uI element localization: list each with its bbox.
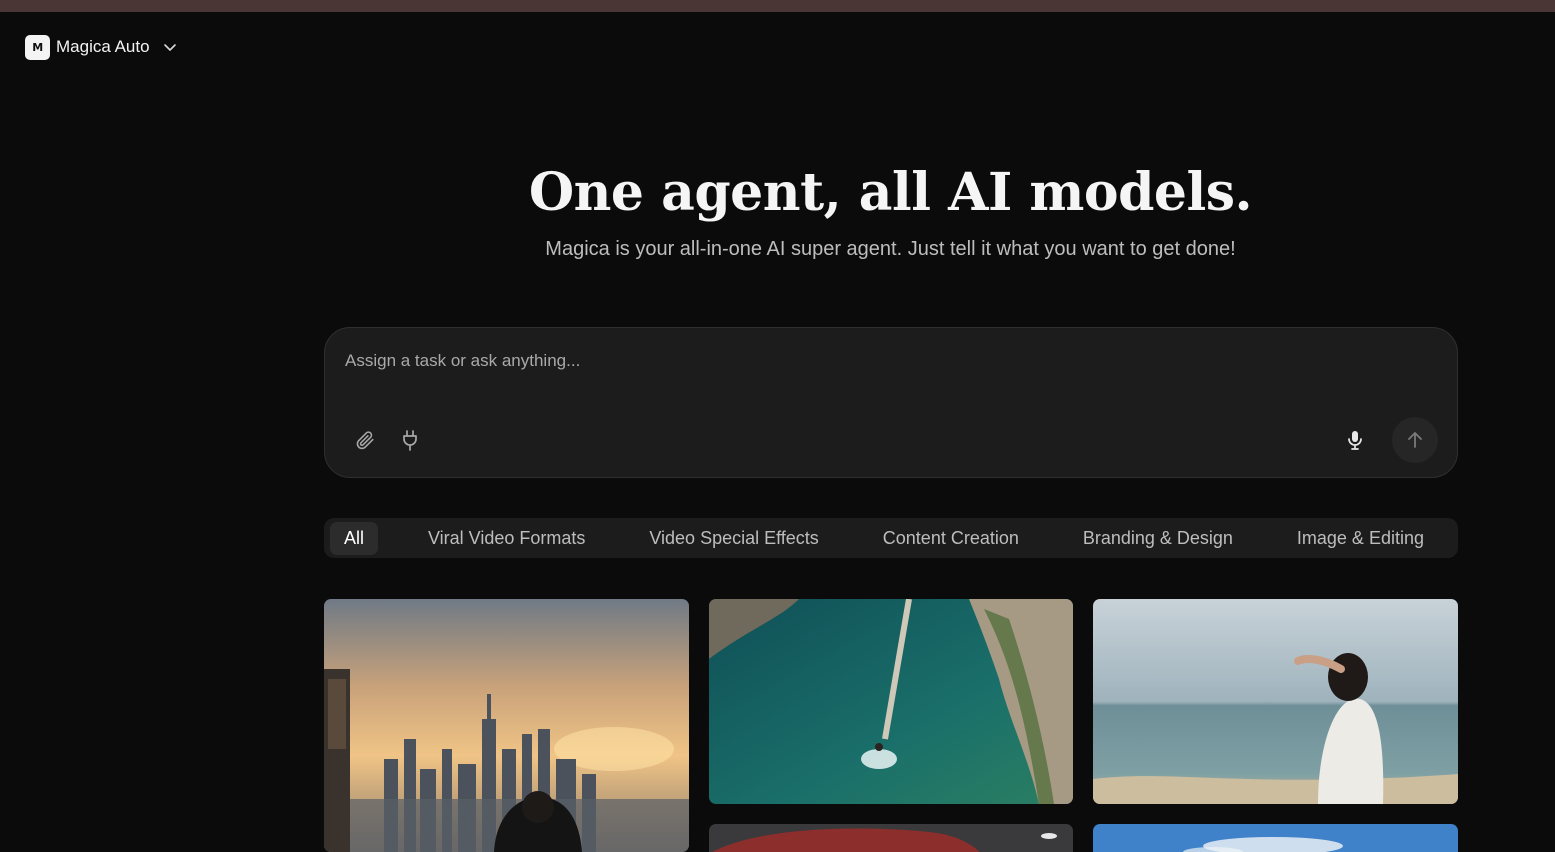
- blue-sky-image: [1093, 824, 1458, 852]
- gallery-card-beach-woman[interactable]: [1093, 599, 1458, 804]
- app-root: M Magica Auto One agent, all AI models. …: [0, 12, 1555, 852]
- tab-all[interactable]: All: [330, 521, 379, 555]
- gallery-card-blue-sky[interactable]: [1093, 824, 1458, 852]
- tab-video-special-effects[interactable]: Video Special Effects: [635, 522, 832, 555]
- tab-content-creation[interactable]: Content Creation: [869, 522, 1033, 555]
- voice-input-button[interactable]: [1341, 426, 1369, 454]
- browser-top-strip: [0, 0, 1555, 12]
- send-button[interactable]: [1392, 417, 1438, 463]
- city-sunset-image: [324, 599, 689, 852]
- gallery-card-city-sunset[interactable]: [324, 599, 689, 852]
- plug-icon: [403, 430, 417, 451]
- hero-title: One agent, all AI models.: [528, 162, 1253, 223]
- attach-button[interactable]: [351, 426, 379, 454]
- model-selector-label: Magica Auto: [56, 37, 150, 56]
- category-tabs: All Viral Video Formats Video Special Ef…: [324, 518, 1458, 558]
- red-car-image: [709, 824, 1073, 852]
- magica-logo-icon: M: [25, 34, 50, 60]
- hero-subtitle: Magica is your all-in-one AI super agent…: [545, 238, 1236, 260]
- connectors-button[interactable]: [396, 426, 424, 454]
- chevron-down-icon: [163, 44, 176, 51]
- task-input[interactable]: [345, 348, 1435, 374]
- tab-image-editing[interactable]: Image & Editing: [1283, 522, 1438, 555]
- beach-woman-image: [1093, 599, 1458, 804]
- cliff-jump-image: [709, 599, 1073, 804]
- model-selector[interactable]: M Magica Auto: [25, 34, 178, 60]
- tab-branding-design[interactable]: Branding & Design: [1069, 522, 1247, 555]
- task-composer: [324, 327, 1458, 478]
- gallery-card-cliff-jump[interactable]: [709, 599, 1073, 804]
- gallery-card-red-car[interactable]: [709, 824, 1073, 852]
- arrow-up-icon: [1408, 432, 1422, 448]
- paperclip-icon: [356, 431, 374, 450]
- microphone-icon: [1348, 431, 1362, 450]
- template-gallery: [324, 599, 1458, 852]
- tab-viral-video-formats[interactable]: Viral Video Formats: [414, 522, 599, 555]
